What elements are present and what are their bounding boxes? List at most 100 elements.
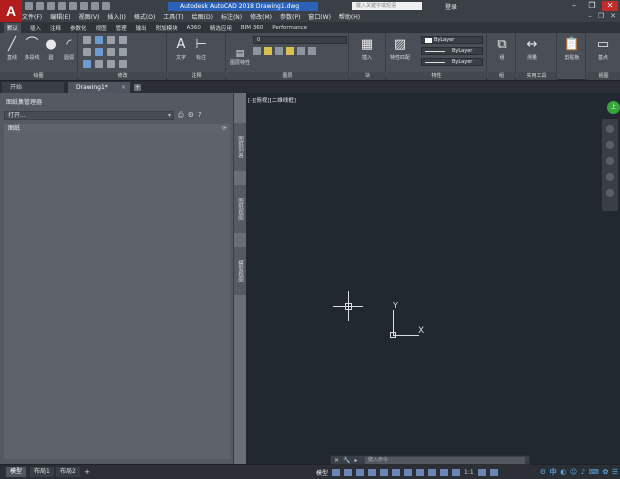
color-combo[interactable]: ByLayer xyxy=(421,36,483,44)
menu-insert[interactable]: 插入(I) xyxy=(107,12,125,21)
transparency-icon[interactable] xyxy=(416,469,425,476)
save-as-icon[interactable] xyxy=(58,2,66,10)
annotation-panel-strip[interactable]: 注释 xyxy=(168,72,225,80)
move-icon[interactable] xyxy=(83,36,91,44)
recent-commands-icon[interactable]: ▸ xyxy=(355,456,358,465)
side-tab-model-views[interactable]: 模型视图 xyxy=(234,247,246,295)
stretch-icon[interactable] xyxy=(83,60,91,68)
text-tool[interactable]: A 文字 xyxy=(170,36,192,61)
tab-manage[interactable]: 管理 xyxy=(116,24,127,32)
workspace-icon[interactable] xyxy=(477,469,486,476)
ime-skin-icon[interactable]: ✿ xyxy=(602,468,608,476)
tab-layout2[interactable]: 布局2 xyxy=(56,467,80,477)
utilities-panel-strip[interactable]: 实用工具 xyxy=(517,72,556,80)
layer-freeze-icon[interactable] xyxy=(264,47,272,55)
menu-edit[interactable]: 编辑(E) xyxy=(50,12,70,21)
annotation-visibility-icon[interactable] xyxy=(440,469,449,476)
modify-panel-strip[interactable]: 修改 xyxy=(79,72,166,80)
menu-draw[interactable]: 绘图(D) xyxy=(192,12,213,21)
offset-icon[interactable] xyxy=(119,60,127,68)
new-icon[interactable] xyxy=(25,2,33,10)
tab-featured-apps[interactable]: 精选应用 xyxy=(210,24,232,32)
otrack-icon[interactable] xyxy=(392,469,401,476)
measure-tool[interactable]: ↔ 测量 xyxy=(521,36,543,61)
menu-parametric[interactable]: 参数(P) xyxy=(280,12,300,21)
selection-cycling-icon[interactable] xyxy=(428,469,437,476)
model-space-toggle[interactable]: 模型 xyxy=(316,468,328,477)
ime-menu-icon[interactable]: ☰ xyxy=(612,468,618,476)
tab-addins[interactable]: 附加模块 xyxy=(156,24,178,32)
close-icon[interactable]: ✕ xyxy=(602,1,618,11)
tab-drawing1[interactable]: Drawing1* × xyxy=(68,82,130,93)
close-tab-icon[interactable]: × xyxy=(121,82,126,93)
layer-iso-icon[interactable] xyxy=(286,47,294,55)
doc-close-icon[interactable]: ✕ xyxy=(610,12,616,20)
layer-match-icon[interactable] xyxy=(297,47,305,55)
groups-panel-strip[interactable]: 组 xyxy=(488,72,515,80)
redo-icon[interactable] xyxy=(91,2,99,10)
side-tab-sheet-views[interactable]: 图纸视图 xyxy=(234,185,246,233)
orbit-icon[interactable] xyxy=(606,173,614,181)
drawing-canvas[interactable]: [-][俯视][二维线框] Y X 上 xyxy=(246,93,620,464)
tab-parametric[interactable]: 参数化 xyxy=(70,24,87,32)
paste-tool[interactable]: 📋 剪贴板 xyxy=(561,36,583,61)
ime-mic-icon[interactable]: ♪ xyxy=(581,468,585,476)
settings-icon[interactable]: ⚙ xyxy=(188,111,194,120)
tab-output[interactable]: 输出 xyxy=(136,24,147,32)
layer-prev-icon[interactable] xyxy=(308,47,316,55)
tab-model[interactable]: 模型 xyxy=(6,467,27,477)
array-icon[interactable] xyxy=(107,60,115,68)
view-panel-strip[interactable]: 视图 xyxy=(587,72,620,80)
layer-lock-icon[interactable] xyxy=(275,47,283,55)
tab-annotate[interactable]: 注释 xyxy=(50,24,61,32)
add-layout-button[interactable]: + xyxy=(83,468,91,476)
mirror-icon[interactable] xyxy=(95,48,103,56)
tab-performance[interactable]: Performance xyxy=(272,25,307,31)
lineweight-icon[interactable] xyxy=(404,469,413,476)
snap-icon[interactable] xyxy=(344,469,353,476)
showmotion-icon[interactable] xyxy=(606,189,614,197)
undo-icon[interactable] xyxy=(80,2,88,10)
save-icon[interactable] xyxy=(47,2,55,10)
open-sheet-set-dropdown[interactable]: 打开... ▾ xyxy=(4,111,174,120)
tab-layout1[interactable]: 布局1 xyxy=(30,467,54,477)
menu-format[interactable]: 格式(O) xyxy=(134,12,155,21)
minimize-icon[interactable]: – xyxy=(566,1,582,11)
tab-view[interactable]: 视图 xyxy=(96,24,107,32)
help-icon[interactable]: ? xyxy=(198,111,202,120)
tab-a360[interactable]: A360 xyxy=(187,25,201,31)
sheet-list[interactable] xyxy=(4,133,230,459)
tab-insert[interactable]: 插入 xyxy=(30,24,41,32)
pan-icon[interactable] xyxy=(606,141,614,149)
layer-combo[interactable]: 0 xyxy=(253,36,347,44)
autoscale-icon[interactable] xyxy=(452,469,461,476)
publish-icon[interactable]: ⎙ xyxy=(178,111,184,120)
plot-icon[interactable] xyxy=(69,2,77,10)
sign-in-button[interactable]: 登录 xyxy=(445,2,457,11)
grid-icon[interactable] xyxy=(332,469,341,476)
menu-window[interactable]: 窗口(W) xyxy=(308,12,331,21)
tab-bim360[interactable]: BIM 360 xyxy=(241,25,263,31)
application-menu-button[interactable]: A xyxy=(0,0,22,22)
search-input[interactable]: 键入关键字或短语 xyxy=(352,2,422,10)
insert-block-tool[interactable]: ▦ 插入 xyxy=(356,36,378,61)
customize-icon[interactable]: 🔧 xyxy=(343,456,350,465)
menu-help[interactable]: 帮助(H) xyxy=(339,12,360,21)
menu-modify[interactable]: 修改(M) xyxy=(250,12,272,21)
ime-emoji-icon[interactable]: ☺ xyxy=(570,468,577,476)
tab-default[interactable]: 默认 xyxy=(4,22,22,33)
trim-icon[interactable] xyxy=(107,36,115,44)
new-tab-button[interactable]: + xyxy=(134,84,141,91)
layers-panel-strip[interactable]: 图层 xyxy=(227,72,348,80)
layer-properties-tool[interactable]: ▤ 图层特性 xyxy=(229,49,251,66)
customization-icon[interactable] xyxy=(489,469,498,476)
ime-punct-icon[interactable]: ◐ xyxy=(560,468,566,476)
block-panel-strip[interactable]: 块 xyxy=(350,72,385,80)
layer-off-icon[interactable] xyxy=(253,47,261,55)
side-tab-sheet-list[interactable]: 图纸列表 xyxy=(234,123,246,171)
explode-icon[interactable] xyxy=(119,48,127,56)
close-command-icon[interactable]: ✕ xyxy=(334,456,339,465)
ime-keyboard-icon[interactable]: ⌨ xyxy=(589,468,599,476)
ortho-icon[interactable] xyxy=(356,469,365,476)
restore-icon[interactable]: ❐ xyxy=(584,1,600,11)
